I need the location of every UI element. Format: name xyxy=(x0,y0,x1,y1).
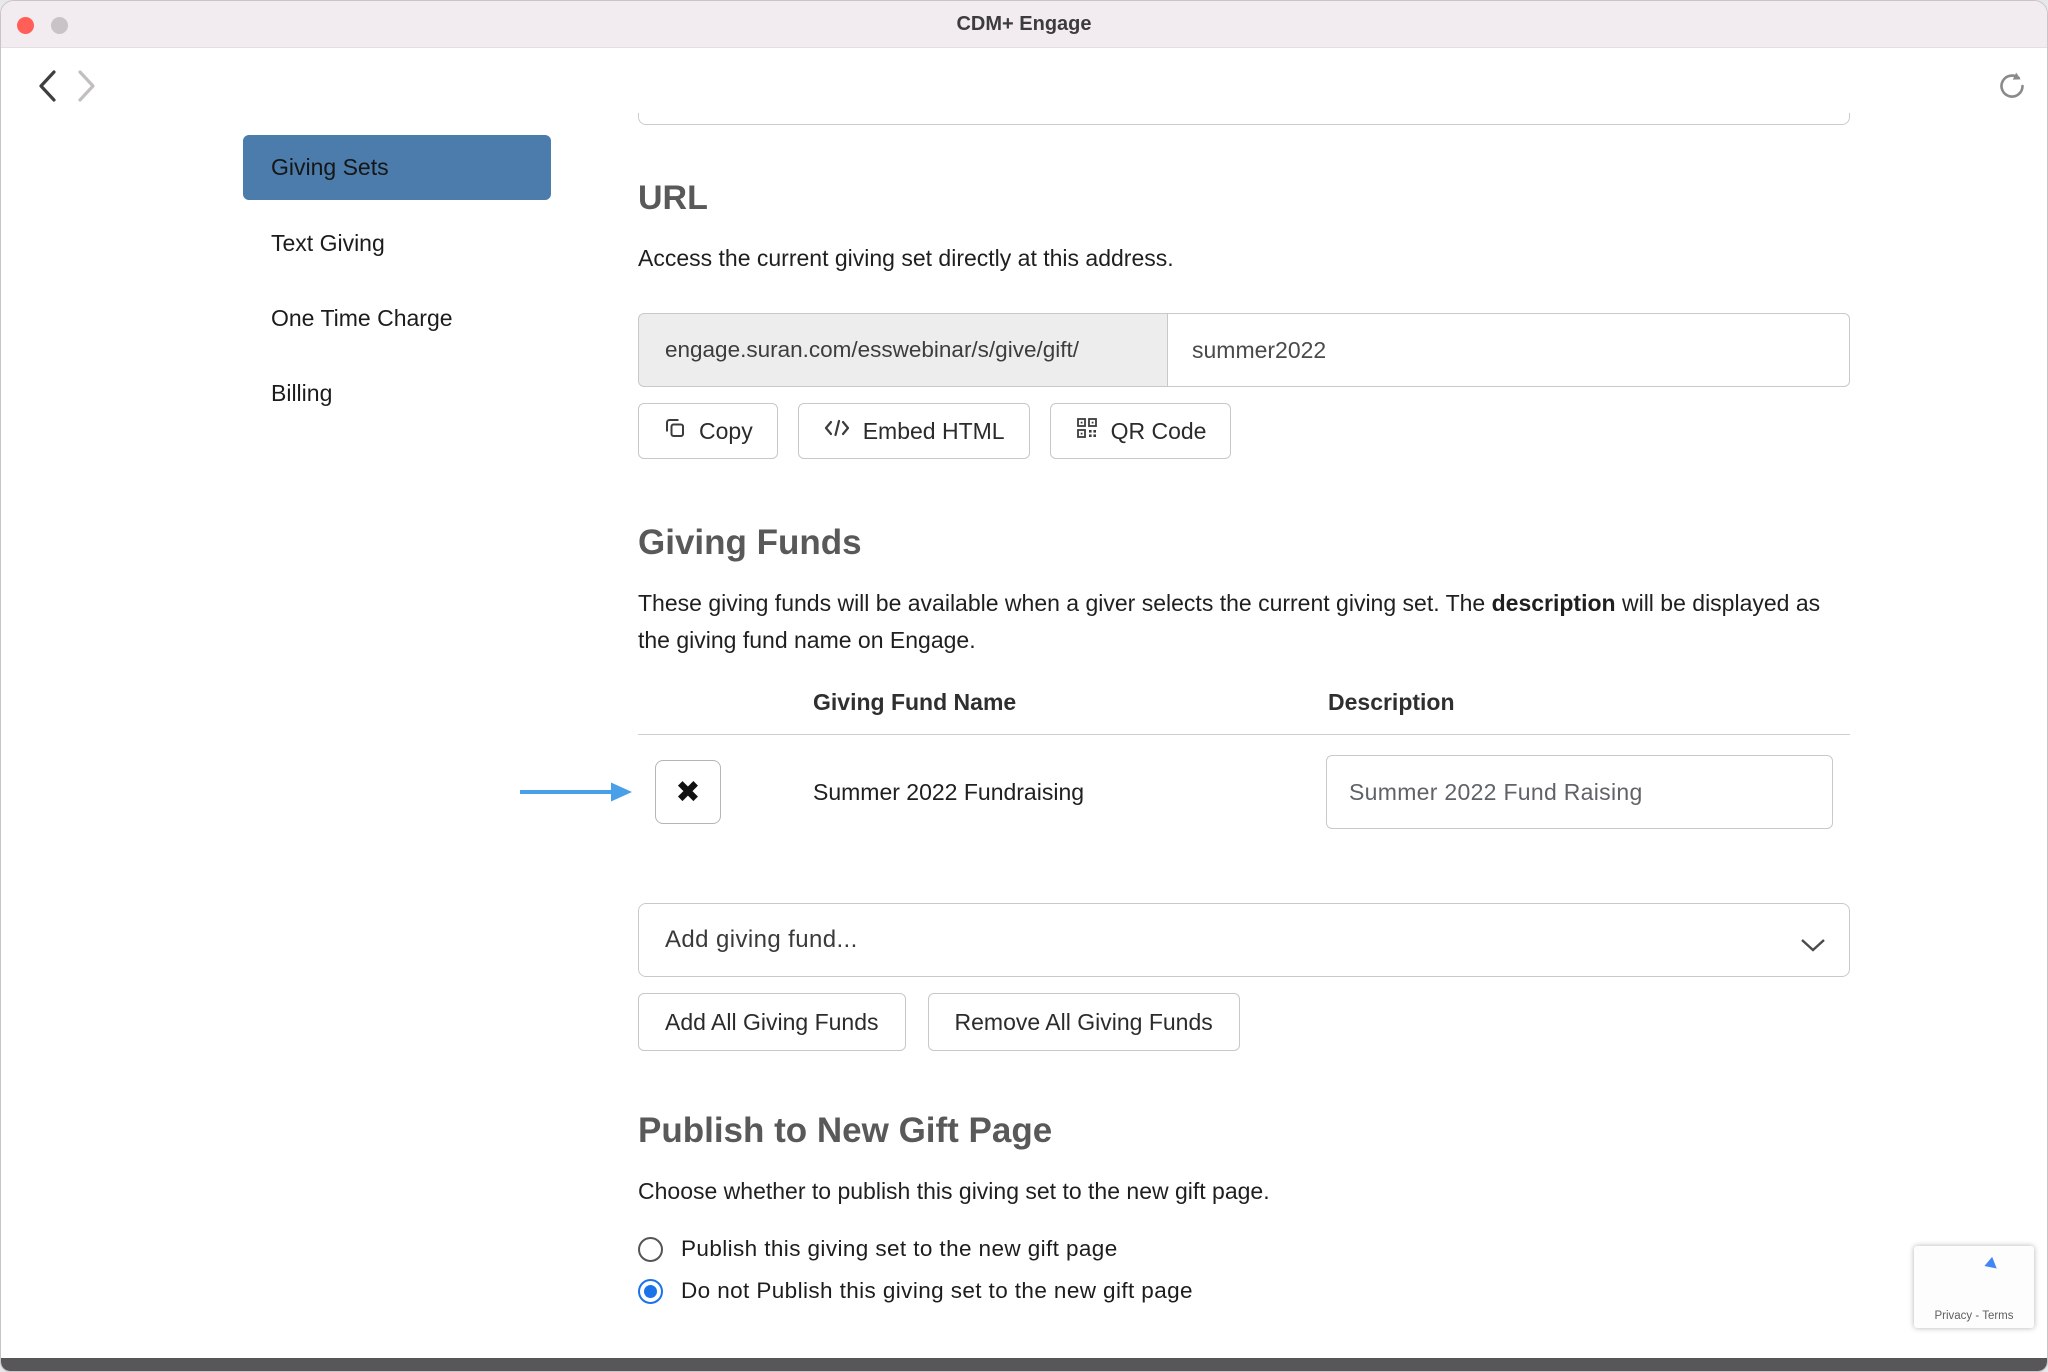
url-section-heading: URL xyxy=(638,179,1850,218)
add-all-giving-funds-button[interactable]: Add All Giving Funds xyxy=(638,993,906,1051)
publish-section-heading: Publish to New Gift Page xyxy=(638,1111,1850,1151)
sidebar-item-billing[interactable]: Billing xyxy=(271,380,332,407)
giving-funds-table: Giving Fund Name Description ✖ Summer 20… xyxy=(638,689,1850,849)
column-header-description: Description xyxy=(1326,689,1850,716)
desc-text: These giving funds will be available whe… xyxy=(638,590,1492,616)
app-window: CDM+ Engage Giving Sets Text G xyxy=(0,0,2048,1372)
qr-code-label: QR Code xyxy=(1111,418,1207,445)
annotation-arrow-icon xyxy=(518,780,634,804)
add-giving-fund-placeholder: Add giving fund... xyxy=(665,926,858,954)
radio-button-icon xyxy=(638,1237,663,1262)
desc-bold: description xyxy=(1492,590,1616,616)
giving-funds-heading: Giving Funds xyxy=(638,523,1850,563)
chevron-down-icon xyxy=(1799,933,1827,961)
titlebar: CDM+ Engage xyxy=(1,1,2047,48)
sidebar-item-label: Giving Sets xyxy=(271,154,389,181)
url-prefix: engage.suran.com/esswebinar/s/give/gift/ xyxy=(638,313,1168,387)
radio-do-not-publish[interactable]: Do not Publish this giving set to the ne… xyxy=(638,1278,1850,1304)
sidebar-item-one-time-charge[interactable]: One Time Charge xyxy=(271,305,453,332)
recaptcha-icon xyxy=(1951,1253,1997,1299)
fund-name: Summer 2022 Fundraising xyxy=(813,779,1326,806)
copy-label: Copy xyxy=(699,418,753,445)
scrolled-input-bottom-edge xyxy=(638,113,1850,125)
qr-code-icon xyxy=(1075,416,1099,446)
remove-all-giving-funds-button[interactable]: Remove All Giving Funds xyxy=(928,993,1240,1051)
radio-do-not-publish-label: Do not Publish this giving set to the ne… xyxy=(681,1278,1193,1304)
url-section-description: Access the current giving set directly a… xyxy=(638,240,1850,277)
embed-html-button[interactable]: Embed HTML xyxy=(798,403,1030,459)
publish-options: Publish this giving set to the new gift … xyxy=(638,1236,1850,1304)
recaptcha-badge[interactable]: Privacy - Terms xyxy=(1914,1246,2034,1328)
remove-fund-button[interactable]: ✖ xyxy=(655,760,721,824)
back-button[interactable] xyxy=(33,67,63,105)
radio-button-icon xyxy=(638,1279,663,1304)
table-row: ✖ Summer 2022 Fundraising xyxy=(638,735,1850,849)
window-title: CDM+ Engage xyxy=(1,1,2047,48)
embed-html-label: Embed HTML xyxy=(863,418,1005,445)
fund-actions: Add All Giving Funds Remove All Giving F… xyxy=(638,993,1850,1051)
radio-publish-label: Publish this giving set to the new gift … xyxy=(681,1236,1118,1262)
sidebar: Giving Sets Text Giving One Time Charge … xyxy=(243,135,551,455)
refresh-icon xyxy=(1996,90,2028,105)
copy-icon xyxy=(663,416,687,446)
window-bottom-edge xyxy=(1,1358,2047,1371)
radio-publish[interactable]: Publish this giving set to the new gift … xyxy=(638,1236,1850,1262)
fund-description-input[interactable] xyxy=(1326,755,1833,829)
publish-section-description: Choose whether to publish this giving se… xyxy=(638,1173,1850,1210)
main-content: URL Access the current giving set direct… xyxy=(638,113,1850,1320)
sidebar-item-giving-sets[interactable]: Giving Sets xyxy=(243,135,551,200)
table-header: Giving Fund Name Description xyxy=(638,689,1850,735)
giving-funds-description: These giving funds will be available whe… xyxy=(638,585,1850,659)
recaptcha-privacy-terms[interactable]: Privacy - Terms xyxy=(1934,1310,2013,1322)
chevron-left-icon xyxy=(35,93,61,108)
x-icon: ✖ xyxy=(675,775,700,810)
code-icon xyxy=(823,417,851,445)
refresh-button[interactable] xyxy=(1995,70,2029,104)
chevron-right-icon xyxy=(73,93,99,108)
url-slug-input[interactable] xyxy=(1168,313,1850,387)
qr-code-button[interactable]: QR Code xyxy=(1050,403,1232,459)
column-header-fund-name: Giving Fund Name xyxy=(813,689,1326,716)
toolbar xyxy=(1,48,2047,123)
giving-set-url-group: engage.suran.com/esswebinar/s/give/gift/ xyxy=(638,313,1850,387)
copy-url-button[interactable]: Copy xyxy=(638,403,778,459)
url-actions: Copy Embed HTML xyxy=(638,403,1850,459)
add-giving-fund-select[interactable]: Add giving fund... xyxy=(638,903,1850,977)
sidebar-item-text-giving[interactable]: Text Giving xyxy=(271,230,385,257)
forward-button[interactable] xyxy=(71,67,101,105)
